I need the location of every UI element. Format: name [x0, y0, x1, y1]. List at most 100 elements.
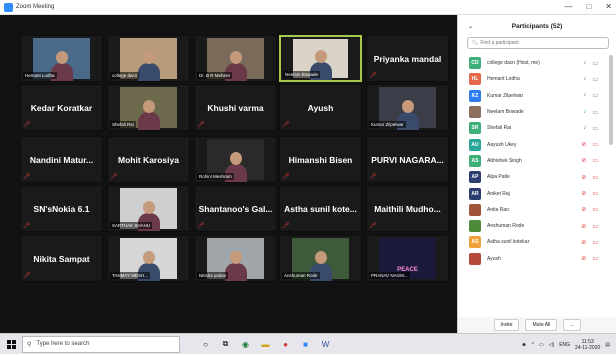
camera-icon[interactable]: ▭ [592, 109, 598, 116]
word-icon[interactable]: W [320, 339, 331, 350]
participant-row[interactable]: Ayush ⊘ ▭ [458, 251, 610, 267]
video-tile[interactable]: Priyanka mandal 🎤︎ [366, 35, 449, 82]
camera-icon[interactable]: ▭ [592, 125, 598, 132]
video-tile[interactable]: Shantanoo's Gal... 🎤︎ [194, 185, 277, 232]
maximize-button[interactable]: □ [586, 2, 591, 11]
participant-search-input[interactable] [480, 40, 591, 46]
video-tile[interactable]: Dr. B R Mehere [194, 35, 277, 82]
participant-row[interactable]: KZ Kumar Zilpelwar ♪ ▭ [458, 88, 610, 104]
participant-row[interactable]: AS Astha sunil kotekar ⊘ ▭ [458, 234, 610, 250]
video-tile[interactable]: SN'sNokia 6.1 🎤︎ [20, 185, 103, 232]
mic-icon[interactable]: ♪ [583, 76, 586, 83]
participant-row[interactable]: SR Shefali Rai ♪ ▭ [458, 120, 610, 136]
mic-muted-icon[interactable]: ⊘ [581, 206, 586, 213]
video-tile[interactable]: Mohit Karosiya 🎤︎ [107, 136, 190, 183]
video-tile[interactable]: Himanshi Bisen 🎤︎ [279, 136, 362, 183]
mic-muted-icon[interactable]: ⊘ [581, 223, 586, 230]
video-tile[interactable]: PURVI NAGARA... 🎤︎ [366, 136, 449, 183]
start-button[interactable] [0, 334, 22, 355]
network-icon[interactable]: ▭ [539, 342, 544, 348]
edge-icon[interactable]: ◉ [240, 339, 251, 350]
camera-off-icon[interactable]: ▭ [592, 255, 598, 262]
mic-icon[interactable]: ♪ [583, 60, 586, 67]
muted-mic-icon: 🎤︎ [23, 273, 31, 279]
video-tile[interactable]: Khushi varma 🎤︎ [194, 84, 277, 131]
camera-off-icon[interactable]: ▭ [592, 157, 598, 164]
mic-icon[interactable]: ♪ [583, 109, 586, 116]
zoom-taskbar-icon[interactable]: ■ [300, 339, 311, 350]
minimize-button[interactable]: — [564, 2, 572, 11]
video-tile[interactable]: college dacn [107, 35, 190, 82]
camera-icon[interactable]: ▭ [592, 76, 598, 83]
video-tile[interactable]: Nandini Matur... 🎤︎ [20, 136, 103, 183]
camera-icon[interactable]: ▭ [592, 92, 598, 99]
close-button[interactable]: ✕ [605, 2, 612, 11]
video-tile[interactable]: Astha sunil kote... 🎤︎ [279, 185, 362, 232]
language-indicator[interactable]: ENG [559, 342, 570, 348]
chrome-icon[interactable]: ● [280, 339, 291, 350]
video-tile[interactable]: PEACE PRANAV NAGM... [366, 235, 449, 282]
participant-scrollbar[interactable] [609, 55, 613, 145]
mic-muted-icon[interactable]: ⊘ [581, 239, 586, 246]
mic-muted-icon[interactable]: ⊘ [581, 190, 586, 197]
video-tile[interactable]: Neelam Bowade [279, 35, 362, 82]
camera-off-icon[interactable]: ▭ [592, 174, 598, 181]
clock[interactable]: 11:53 24-11-2020 [575, 339, 600, 351]
windows-logo-icon [6, 339, 16, 349]
notifications-icon[interactable]: ▤ [605, 342, 610, 348]
camera-off-icon[interactable]: ▭ [592, 190, 598, 197]
participant-label: Kumar Zilpelwar [369, 121, 406, 128]
mic-muted-icon[interactable]: ⊘ [581, 141, 586, 148]
participant-row[interactable]: Anshuman Rode ⊘ ▭ [458, 218, 610, 234]
mic-icon[interactable]: ♪ [583, 125, 586, 132]
cortana-icon[interactable]: ○ [200, 339, 211, 350]
show-hidden-icons[interactable]: ^ [532, 342, 534, 348]
participant-row[interactable]: AS Abhishek Singh ⊘ ▭ [458, 153, 610, 169]
windows-taskbar: ⚲ Type here to search ○ ⧉ ◉ ▬ ● ■ W ☻ ^ … [0, 333, 616, 354]
task-view-icon[interactable]: ⧉ [220, 339, 231, 350]
zoom-logo-icon [4, 2, 13, 12]
more-button[interactable]: ... [563, 319, 582, 331]
avatar [469, 252, 481, 265]
participant-row[interactable]: AR Aniket Raj ⊘ ▭ [458, 185, 610, 201]
participant-row[interactable]: HL Hemant Lodha ♪ ▭ [458, 71, 610, 87]
camera-off-icon[interactable]: ▭ [592, 141, 598, 148]
video-tile[interactable]: Nikita Sampat 🎤︎ [20, 235, 103, 282]
video-tile[interactable]: Kedar Koratkar 🎤︎ [20, 84, 103, 131]
video-tile[interactable]: Anshuman Rode [279, 235, 362, 282]
mic-muted-icon[interactable]: ⊘ [581, 255, 586, 262]
muted-mic-icon: 🎤︎ [23, 223, 31, 229]
participant-label: Rohini Meshram [197, 173, 234, 180]
participant-row[interactable]: CD college dacn (Host, me) ♪ ▭ [458, 55, 610, 71]
participant-row[interactable]: AP Alpa Patle ⊘ ▭ [458, 169, 610, 185]
participant-row[interactable]: AU Aayush Ukey ⊘ ▭ [458, 136, 610, 152]
person-icon[interactable]: ☻ [521, 342, 526, 348]
camera-off-icon[interactable]: ▭ [592, 239, 598, 246]
participant-search[interactable]: 🔍︎ [467, 37, 609, 49]
file-explorer-icon[interactable]: ▬ [260, 339, 271, 350]
taskbar-search[interactable]: ⚲ Type here to search [22, 335, 180, 353]
mic-muted-icon[interactable]: ⊘ [581, 174, 586, 181]
camera-off-icon[interactable]: ▭ [592, 223, 598, 230]
camera-icon[interactable]: ▭ [592, 60, 598, 67]
video-tile[interactable]: Hemant Lodha [20, 35, 103, 82]
video-tile[interactable]: TANMAY MESH... [107, 235, 190, 282]
video-tile[interactable]: Nitisha yadav [194, 235, 277, 282]
invite-button[interactable]: Invite [493, 319, 520, 331]
collapse-chevron-icon[interactable]: ⌄ [468, 23, 473, 30]
video-tile[interactable]: Rohini Meshram [194, 136, 277, 183]
mute-all-button[interactable]: Mute All [525, 319, 558, 331]
participant-name: Astha sunil kotekar [487, 239, 530, 246]
participant-row[interactable]: Neelam Bowade ♪ ▭ [458, 104, 610, 120]
mic-muted-icon[interactable]: ⊘ [581, 157, 586, 164]
video-tile[interactable]: SARTHAK SHAHU [107, 185, 190, 232]
video-tile[interactable]: Ayush 🎤︎ [279, 84, 362, 131]
mic-icon[interactable]: ♪ [583, 92, 586, 99]
video-tile[interactable]: Maithili Mudho... 🎤︎ [366, 185, 449, 232]
video-tile[interactable]: Kumar Zilpelwar [366, 84, 449, 131]
camera-off-icon[interactable]: ▭ [592, 206, 598, 213]
video-tile[interactable]: Shefali Rai [107, 84, 190, 131]
volume-icon[interactable]: ◁) [549, 342, 555, 348]
participant-row[interactable]: Anita Rao ⊘ ▭ [458, 202, 610, 218]
avatar [469, 106, 481, 119]
